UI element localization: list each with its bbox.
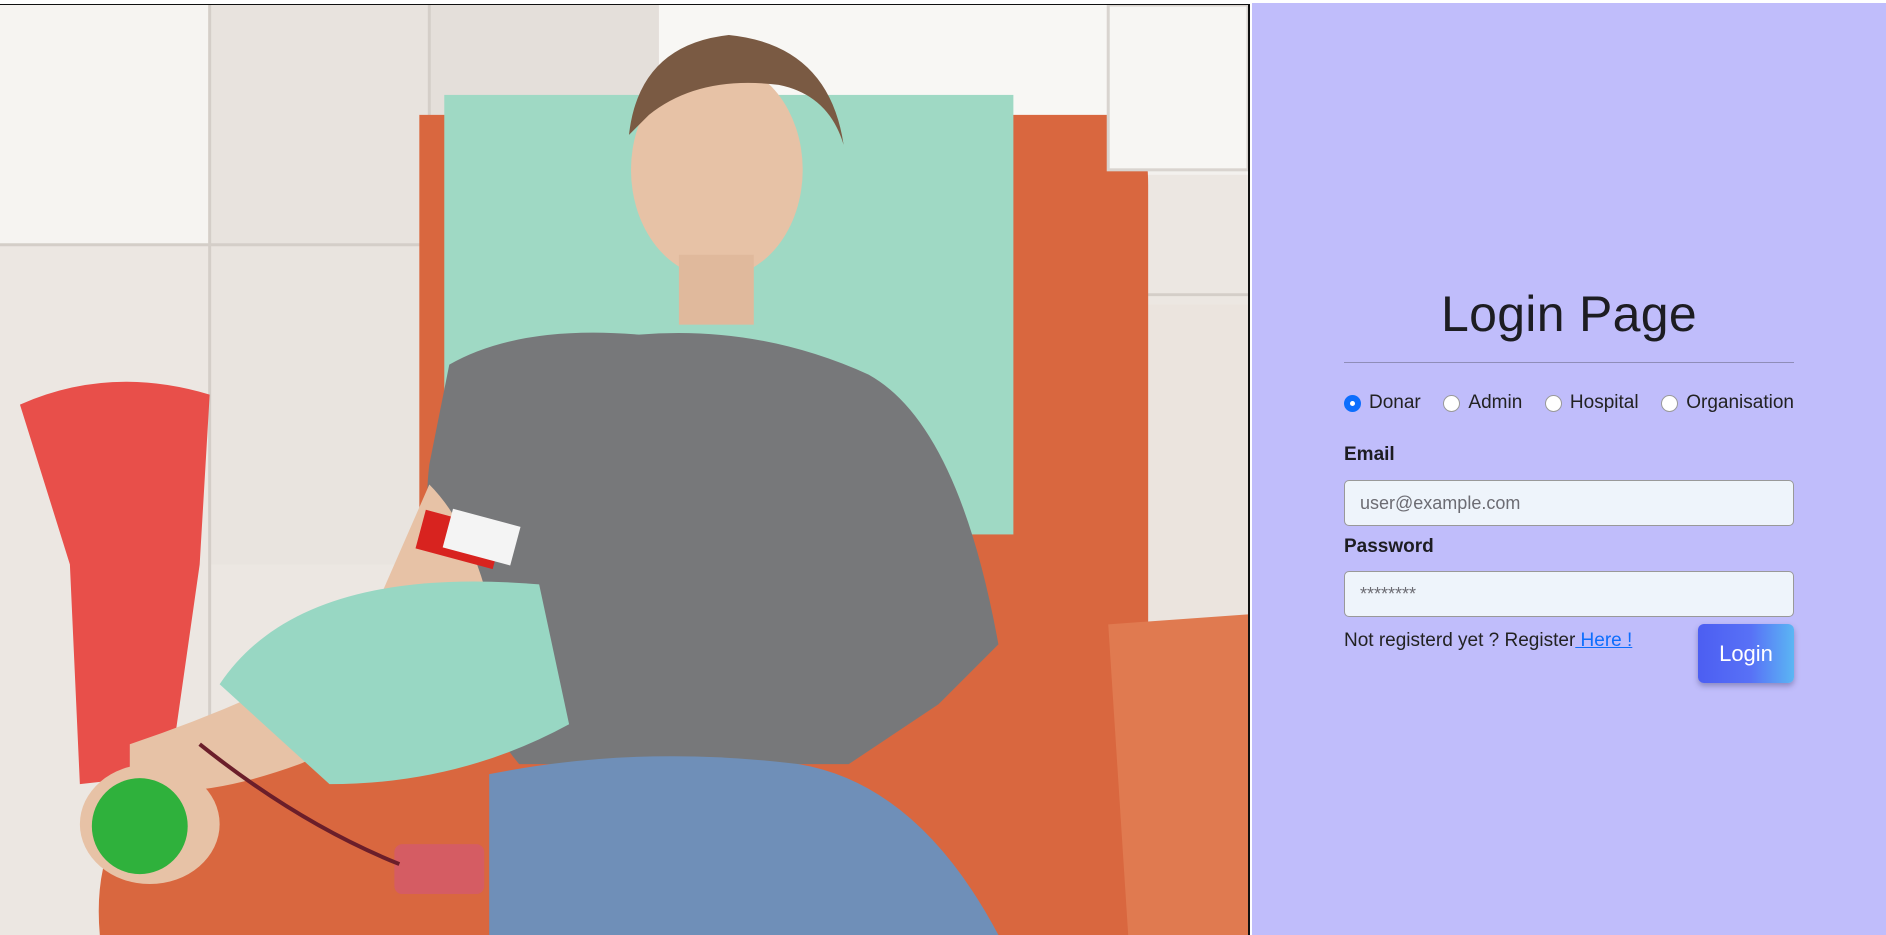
radio-hospital[interactable]: [1544, 394, 1562, 412]
radio-organisation[interactable]: [1661, 394, 1679, 412]
role-label-admin: Admin: [1468, 392, 1523, 413]
role-label-hospital: Hospital: [1569, 392, 1639, 413]
role-selector: Donar Admin Hospital Organisation: [1344, 389, 1794, 417]
radio-admin[interactable]: [1443, 394, 1461, 412]
register-prompt: Not registerd yet ? Register Here !: [1344, 630, 1632, 652]
role-option-donar[interactable]: Donar: [1344, 392, 1421, 414]
role-label-organisation: Organisation: [1686, 392, 1794, 413]
blood-donation-image: [0, 5, 1248, 935]
role-option-organisation[interactable]: Organisation: [1661, 392, 1794, 414]
register-text: Not registerd yet ? Register: [1344, 630, 1576, 651]
login-panel: Login Page Donar Admin Hospital Organisa…: [1252, 3, 1886, 935]
password-label: Password: [1344, 536, 1434, 557]
radio-donar[interactable]: [1344, 394, 1361, 412]
page-title: Login Page: [1440, 286, 1697, 342]
role-label-donar: Donar: [1369, 392, 1421, 413]
hero-photo: [0, 4, 1250, 935]
email-label: Email: [1344, 444, 1395, 465]
login-button[interactable]: Login: [1698, 624, 1794, 683]
title-divider: [1344, 362, 1794, 363]
email-input[interactable]: [1344, 480, 1794, 526]
register-link[interactable]: Here !: [1575, 630, 1633, 651]
password-input[interactable]: [1344, 571, 1794, 617]
role-option-hospital[interactable]: Hospital: [1544, 392, 1639, 414]
role-option-admin[interactable]: Admin: [1443, 392, 1522, 414]
